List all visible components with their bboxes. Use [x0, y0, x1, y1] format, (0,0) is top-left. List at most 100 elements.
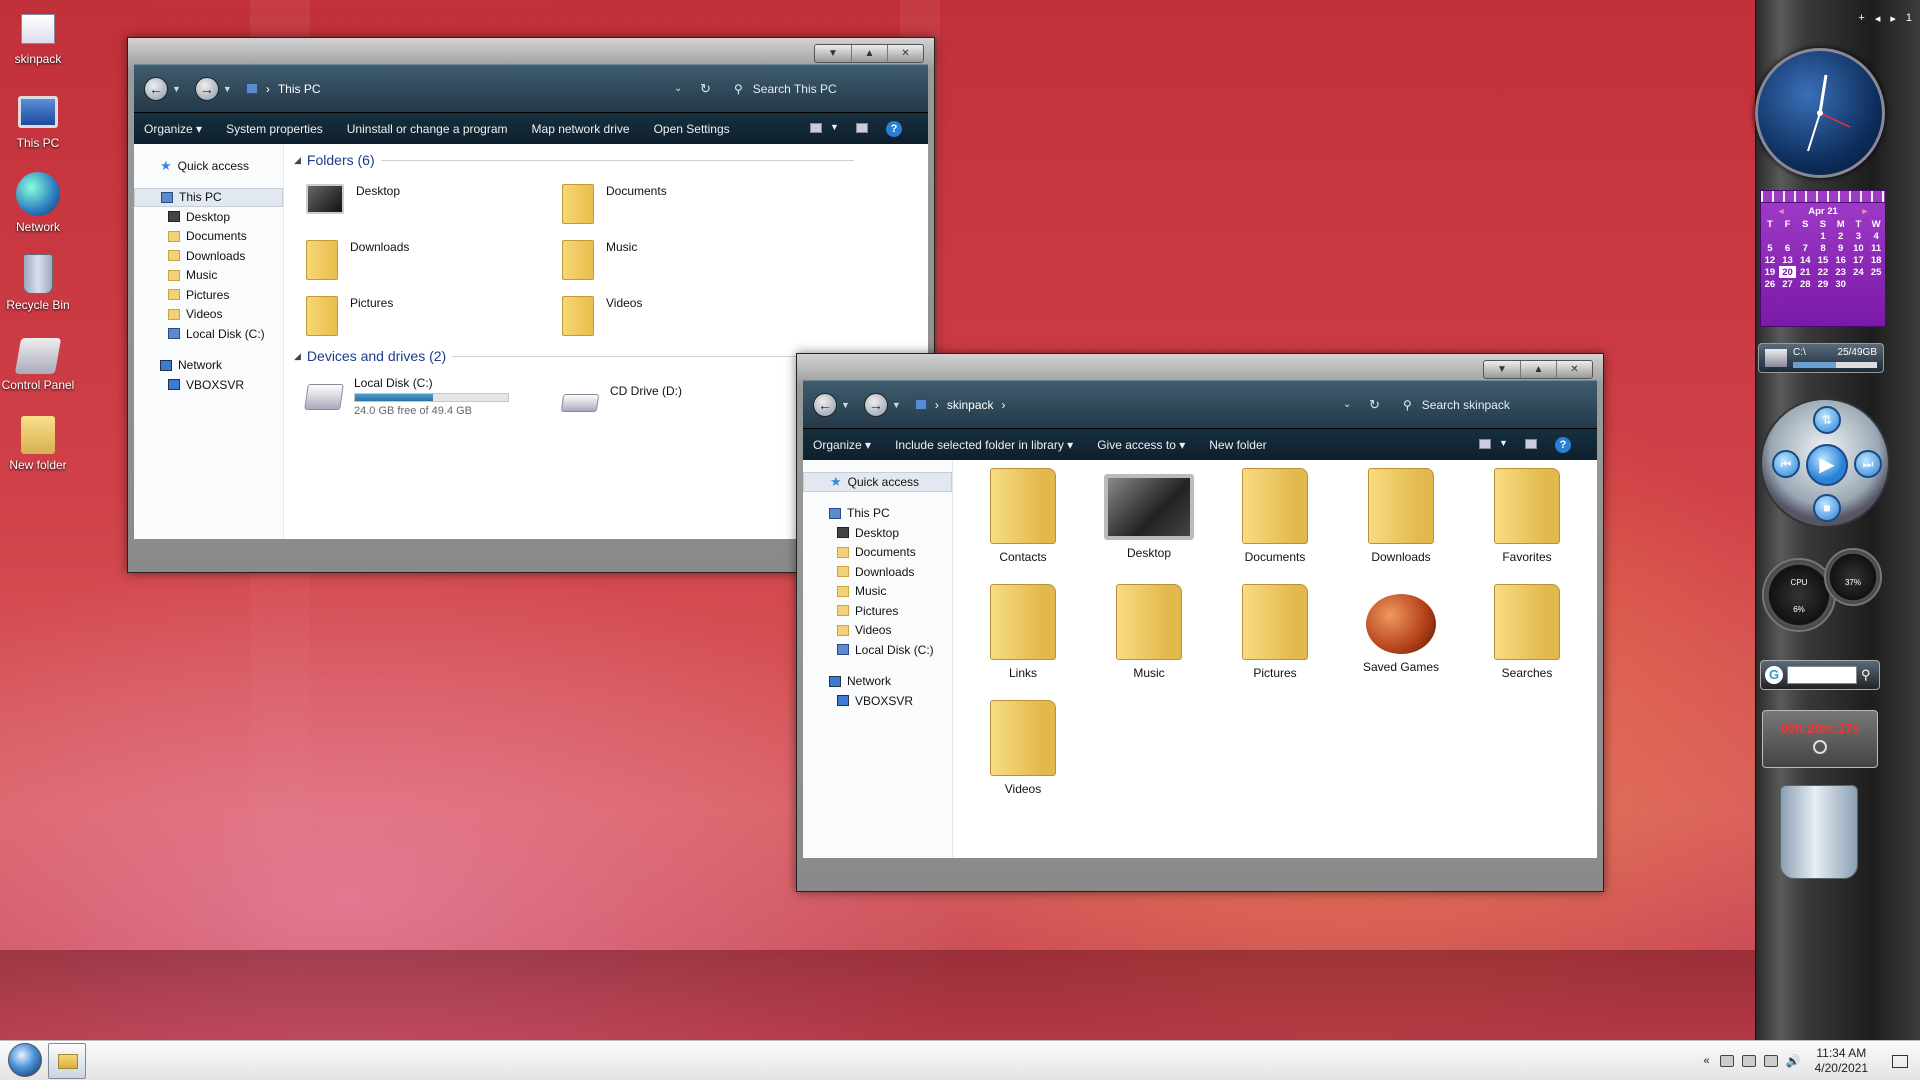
- minimize-button[interactable]: ▼: [815, 45, 851, 62]
- nav-local-disk[interactable]: Local Disk (C:): [134, 324, 283, 344]
- close-button[interactable]: ✕: [1556, 361, 1592, 378]
- calendar-day[interactable]: 24: [1850, 266, 1868, 278]
- forward-button[interactable]: →: [194, 76, 219, 101]
- item-desktop[interactable]: Desktop: [1099, 468, 1199, 560]
- give-access-menu[interactable]: Give access to ▾: [1097, 438, 1185, 452]
- calendar-day[interactable]: 13: [1779, 254, 1797, 266]
- include-in-library-menu[interactable]: Include selected folder in library ▾: [895, 438, 1073, 452]
- nav-vboxsvr[interactable]: VBOXSVR: [134, 375, 283, 395]
- nav-downloads[interactable]: Downloads: [134, 246, 283, 266]
- drive-meter-gadget[interactable]: C:\ 25/49GB: [1758, 343, 1884, 373]
- calendar-day[interactable]: 27: [1779, 278, 1797, 290]
- recent-dropdown-icon[interactable]: ▼: [223, 84, 232, 94]
- calendar-day[interactable]: 2: [1832, 230, 1850, 242]
- nav-network[interactable]: Network: [803, 672, 952, 692]
- nav-this-pc[interactable]: This PC: [803, 504, 952, 524]
- clock-gadget[interactable]: [1755, 48, 1885, 178]
- action-center-icon[interactable]: [1892, 1054, 1908, 1068]
- folders-section-header[interactable]: ◢ Folders (6): [294, 152, 854, 168]
- calendar-next-icon[interactable]: ▸: [1862, 206, 1867, 217]
- next-page-button[interactable]: ▸: [1890, 12, 1896, 25]
- desktop-icon-this-pc[interactable]: This PC: [0, 96, 76, 150]
- help-icon[interactable]: ?: [886, 121, 902, 137]
- address-dropdown-icon[interactable]: ⌄: [1343, 399, 1351, 410]
- minimize-button[interactable]: ▼: [1484, 361, 1520, 378]
- folder-tile-music[interactable]: Music: [562, 240, 637, 280]
- nav-desktop[interactable]: Desktop: [134, 207, 283, 227]
- keyboard-icon[interactable]: [1719, 1055, 1734, 1067]
- nav-network[interactable]: Network: [134, 356, 283, 376]
- calendar-day[interactable]: 4: [1867, 230, 1885, 242]
- calendar-day[interactable]: 29: [1814, 278, 1832, 290]
- nav-downloads[interactable]: Downloads: [803, 562, 952, 582]
- nav-this-pc[interactable]: This PC: [134, 187, 283, 207]
- folder-tile-documents[interactable]: Documents: [562, 184, 667, 224]
- calendar-day[interactable]: 17: [1850, 254, 1868, 266]
- display-icon[interactable]: [1741, 1055, 1756, 1067]
- calendar-day[interactable]: 12: [1761, 254, 1779, 266]
- stop-button[interactable]: ■: [1813, 494, 1841, 522]
- nav-desktop[interactable]: Desktop: [803, 523, 952, 543]
- explorer-window-skinpack[interactable]: ▼ ▲ ✕ ← ▼ → ▼ › skinpack › ⌄ ↻ ⚲ Search …: [796, 353, 1604, 892]
- drives-section-header[interactable]: ◢ Devices and drives (2): [294, 348, 854, 364]
- organize-menu[interactable]: Organize ▾: [144, 122, 202, 136]
- desktop-icon-new-folder[interactable]: New folder: [0, 416, 76, 472]
- item-saved-games[interactable]: Saved Games: [1351, 584, 1451, 674]
- calendar-day[interactable]: 25: [1867, 266, 1885, 278]
- calendar-day[interactable]: 22: [1814, 266, 1832, 278]
- item-videos[interactable]: Videos: [973, 700, 1073, 796]
- back-button[interactable]: ←: [144, 76, 168, 101]
- calendar-day[interactable]: 7: [1796, 242, 1814, 254]
- calendar-prev-icon[interactable]: ◂: [1779, 206, 1784, 217]
- desktop-icon-network[interactable]: Network: [0, 172, 76, 234]
- desktop-icon-control-panel[interactable]: Control Panel: [0, 338, 76, 392]
- uninstall-program-button[interactable]: Uninstall or change a program: [347, 122, 508, 136]
- uptime-gadget[interactable]: 00h:20m:17s: [1762, 710, 1878, 768]
- item-contacts[interactable]: Contacts: [973, 468, 1073, 564]
- nav-quick-access[interactable]: ★ Quick access: [134, 156, 283, 176]
- shuffle-button[interactable]: ⇅: [1813, 406, 1841, 434]
- address-location[interactable]: skinpack: [947, 398, 994, 412]
- preview-pane-icon[interactable]: [856, 123, 868, 133]
- calendar-day[interactable]: 14: [1796, 254, 1814, 266]
- nav-documents[interactable]: Documents: [134, 227, 283, 247]
- calendar-day[interactable]: 30: [1832, 278, 1850, 290]
- folder-tile-downloads[interactable]: Downloads: [306, 240, 409, 280]
- help-icon[interactable]: ?: [1555, 437, 1571, 453]
- nav-music[interactable]: Music: [134, 266, 283, 286]
- start-button[interactable]: [8, 1043, 42, 1077]
- view-dropdown-icon[interactable]: ▼: [1499, 438, 1508, 448]
- back-dropdown-icon[interactable]: ▼: [172, 84, 181, 94]
- folder-tile-desktop[interactable]: Desktop: [306, 184, 400, 214]
- calendar-day[interactable]: 16: [1832, 254, 1850, 266]
- search-icon[interactable]: ⚲: [1861, 667, 1871, 683]
- open-settings-button[interactable]: Open Settings: [654, 122, 730, 136]
- nav-music[interactable]: Music: [803, 582, 952, 602]
- desktop-icon-recycle-bin[interactable]: Recycle Bin: [0, 254, 76, 312]
- calendar-day[interactable]: 19: [1761, 266, 1779, 278]
- calendar-day[interactable]: 23: [1832, 266, 1850, 278]
- item-links[interactable]: Links: [973, 584, 1073, 680]
- nav-vboxsvr[interactable]: VBOXSVR: [803, 691, 952, 711]
- search-box[interactable]: ⚲ Search This PC: [734, 82, 837, 96]
- power-icon[interactable]: [1813, 740, 1827, 754]
- calendar-day[interactable]: 10: [1850, 242, 1868, 254]
- calendar-day[interactable]: 15: [1814, 254, 1832, 266]
- address-location[interactable]: This PC: [278, 82, 321, 96]
- search-gadget-input[interactable]: [1787, 666, 1857, 684]
- item-searches[interactable]: Searches: [1477, 584, 1577, 680]
- drive-tile-cd[interactable]: CD Drive (D:): [560, 384, 682, 412]
- drive-tile-local-disk[interactable]: Local Disk (C:) 24.0 GB free of 49.4 GB: [304, 376, 509, 417]
- calendar-day[interactable]: 9: [1832, 242, 1850, 254]
- play-button[interactable]: ▶: [1806, 444, 1848, 486]
- item-documents[interactable]: Documents: [1225, 468, 1325, 564]
- maximize-button[interactable]: ▲: [1520, 361, 1556, 378]
- media-player-gadget[interactable]: ⇅ ⏮ ⏭ ■ ▶: [1760, 398, 1890, 528]
- calendar-day[interactable]: 3: [1850, 230, 1868, 242]
- calendar-day[interactable]: 11: [1867, 242, 1885, 254]
- nav-local-disk[interactable]: Local Disk (C:): [803, 640, 952, 660]
- item-downloads[interactable]: Downloads: [1351, 468, 1451, 564]
- change-view-icon[interactable]: [810, 123, 822, 133]
- nav-videos[interactable]: Videos: [803, 621, 952, 641]
- title-bar[interactable]: ▼ ▲ ✕: [134, 38, 928, 64]
